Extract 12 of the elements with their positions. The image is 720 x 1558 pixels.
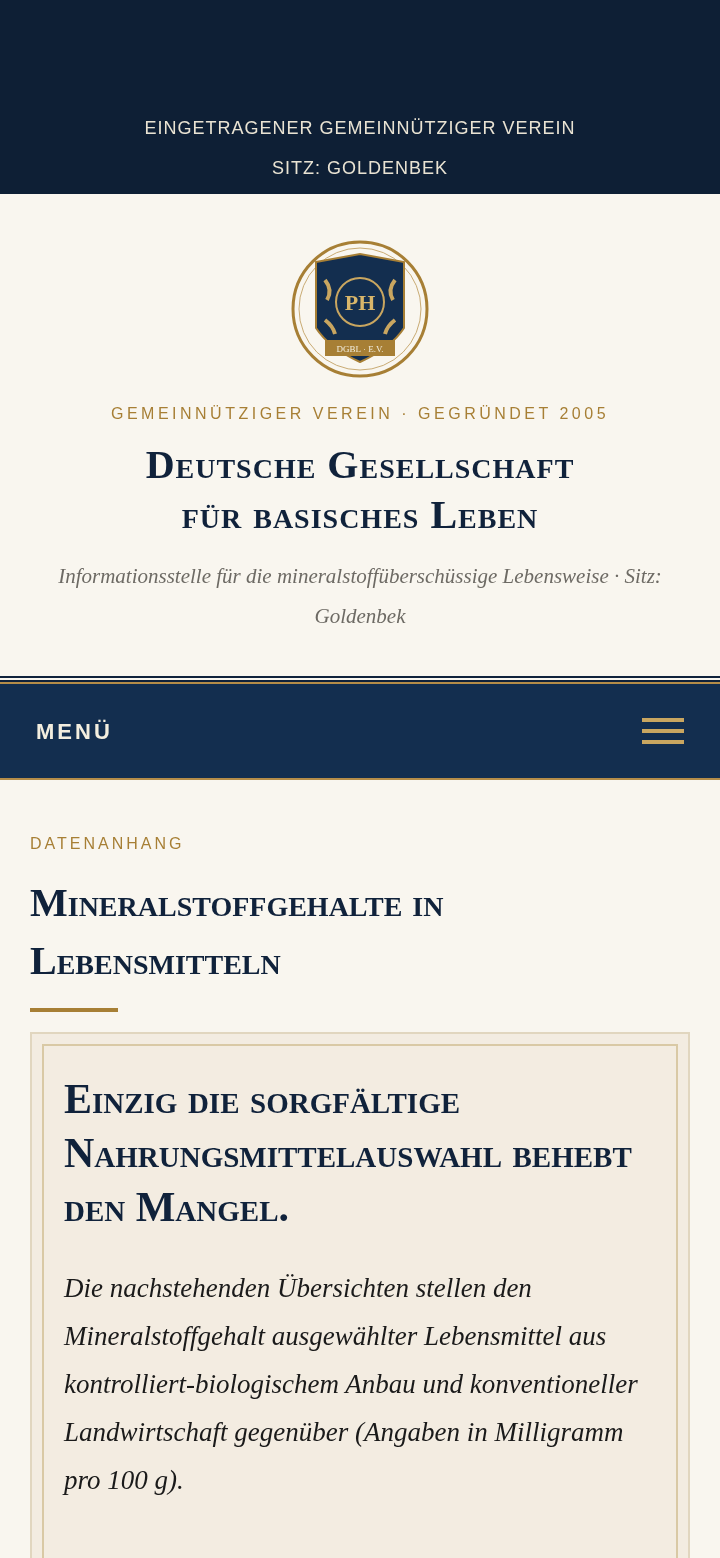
site-title: Deutsche Gesellschaft für basisches Leben	[144, 441, 576, 539]
menu-icon[interactable]	[642, 717, 684, 745]
society-logo: PH DGBL · E.V.	[291, 240, 429, 378]
kicker-text: GEMEINNÜTZIGER VEREIN · GEGRÜNDET 2005	[109, 404, 611, 424]
page-heading: Mineralstoffgehalte in Lebensmitteln	[30, 879, 445, 985]
menu-label[interactable]: MENÜ	[36, 714, 113, 748]
association-line: EINGETRAGENER GEMEINNÜTZIGER VEREIN	[144, 117, 576, 140]
box-heading: Einzig die sorgfältige Nahrungsmittelauswahl behebt den Mangel.	[64, 1075, 633, 1232]
association-line: SITZ: GOLDENBEK	[271, 157, 448, 180]
site-subtitle: Informationsstelle für die mineralstoffüberschüssige Lebensweise · Sitz: Goldenbek	[57, 563, 663, 630]
section-kicker: DATENANHANG	[30, 834, 186, 854]
box-paragraph: Die nachstehenden Übersichten stellen den Mineralstoffgehalt ausgewählter Lebensmittel aus kontrolliert-biologischem Anbau und konventioneller Landwirtschaft gegenüber (Angaben in Milligramm pro 100 g).	[64, 1272, 639, 1497]
